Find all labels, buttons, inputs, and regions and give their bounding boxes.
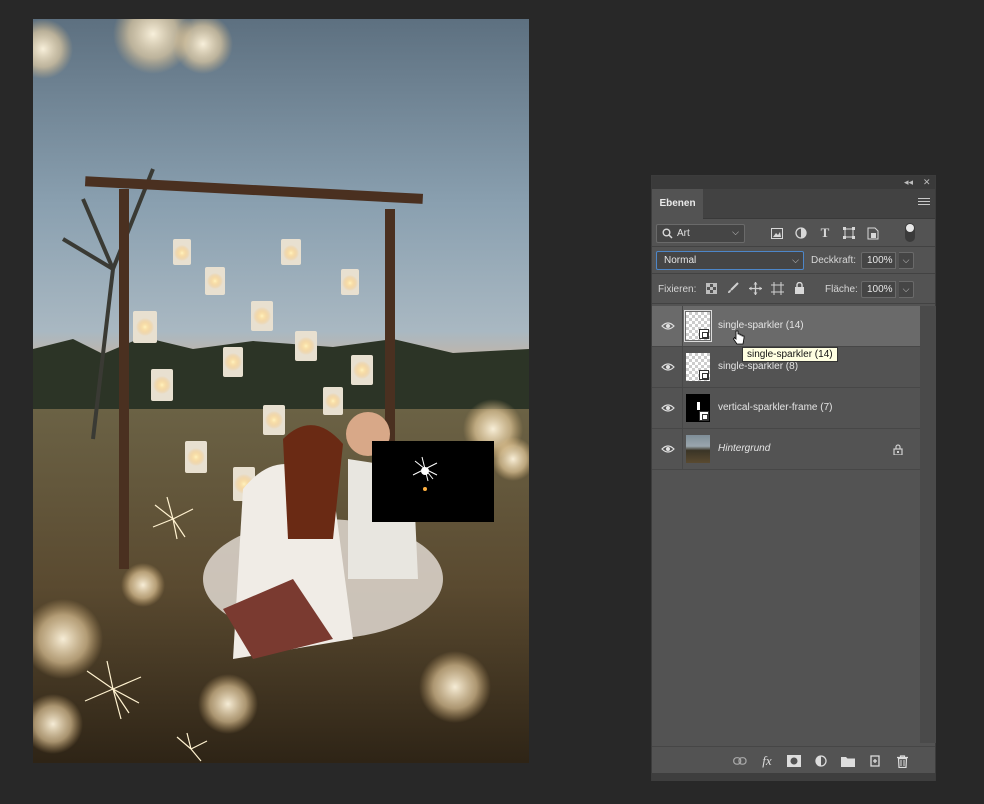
lock-transparent-pixels-icon[interactable]	[704, 281, 718, 295]
visibility-eye-icon[interactable]	[661, 321, 675, 331]
layer-name[interactable]: Hintergrund	[718, 443, 770, 454]
filter-kind-label: Art	[677, 228, 690, 239]
search-icon	[662, 228, 673, 239]
layer-lock-icon	[893, 444, 903, 455]
layer-thumbnail[interactable]	[686, 394, 710, 422]
layer-row-hintergrund[interactable]: Hintergrund	[652, 429, 920, 470]
filter-toggle-switch[interactable]	[905, 223, 915, 242]
visibility-eye-icon[interactable]	[661, 444, 675, 454]
layer-row-vertical-sparkler-frame-7[interactable]: vertical-sparkler-frame (7)	[652, 388, 920, 429]
smart-object-badge-icon	[699, 370, 709, 380]
sparkler-mark	[697, 402, 700, 410]
row-divider	[682, 429, 683, 469]
row-divider	[682, 306, 683, 346]
layer-thumbnail[interactable]	[684, 310, 712, 342]
new-group-folder-icon[interactable]	[840, 753, 856, 769]
chevron-down-icon: ⌵	[792, 255, 799, 265]
visibility-eye-icon[interactable]	[661, 403, 675, 413]
filter-shape-layers-icon[interactable]	[841, 225, 857, 241]
blend-row: Normal ⌵ Deckkraft: 100% ⌵	[652, 247, 935, 274]
blend-mode-value: Normal	[664, 255, 697, 266]
fill-dropdown-button[interactable]: ⌵	[899, 281, 914, 298]
filter-smart-objects-icon[interactable]	[865, 225, 881, 241]
lock-position-icon[interactable]	[748, 281, 762, 295]
layer-filter-row: Art ⌵ T	[652, 219, 935, 247]
panel-title-bar: ◂◂ ✕	[652, 176, 935, 189]
fill-label: Fläche:	[825, 284, 858, 295]
smart-object-badge-icon	[699, 329, 709, 339]
link-layers-icon[interactable]	[732, 753, 748, 769]
filter-pixel-layers-icon[interactable]	[769, 225, 785, 241]
lock-row: Fixieren: Fläche: 100% ⌵	[652, 274, 935, 304]
new-layer-icon[interactable]	[867, 753, 883, 769]
opacity-input[interactable]: 100%	[861, 252, 896, 269]
hand-cursor-icon	[733, 330, 745, 345]
close-panel-icon[interactable]: ✕	[923, 177, 931, 188]
layer-name[interactable]: single-sparkler (14)	[718, 320, 804, 331]
lock-label: Fixieren:	[658, 284, 697, 295]
chevron-down-icon: ⌵	[732, 227, 739, 237]
panel-tab-bar: Ebenen	[652, 189, 935, 219]
layers-panel: ◂◂ ✕ Ebenen Art ⌵ T Normal ⌵ Deckkraft: …	[651, 175, 936, 781]
filter-kind-dropdown[interactable]: Art ⌵	[656, 224, 745, 243]
layers-bottom-toolbar: fx	[652, 746, 935, 773]
layer-style-fx-icon[interactable]: fx	[759, 753, 775, 769]
filter-type-layers-icon[interactable]: T	[817, 225, 833, 241]
layer-row-single-sparkler-14[interactable]: single-sparkler (14)	[652, 306, 920, 347]
panel-resize-grip[interactable]	[652, 773, 935, 781]
opacity-label: Deckkraft:	[811, 255, 857, 266]
layer-tooltip: single-sparkler (14)	[742, 347, 838, 362]
filter-adjustment-layers-icon[interactable]	[793, 225, 809, 241]
add-mask-icon[interactable]	[786, 753, 802, 769]
layer-thumbnail[interactable]	[686, 353, 710, 381]
opacity-dropdown-button[interactable]: ⌵	[899, 252, 914, 269]
row-divider	[682, 388, 683, 428]
smart-object-badge-icon	[699, 411, 709, 421]
delete-layer-trash-icon[interactable]	[894, 753, 910, 769]
layer-thumbnail[interactable]	[686, 435, 710, 463]
layer-name[interactable]: single-sparkler (8)	[718, 361, 798, 372]
fill-input[interactable]: 100%	[861, 281, 896, 298]
visibility-eye-icon[interactable]	[661, 362, 675, 372]
lock-all-icon[interactable]	[792, 281, 806, 295]
layers-scrollbar[interactable]	[920, 306, 936, 743]
tab-ebenen[interactable]: Ebenen	[652, 189, 703, 219]
layer-name[interactable]: vertical-sparkler-frame (7)	[718, 402, 832, 413]
panel-menu-icon[interactable]	[918, 198, 930, 208]
new-adjustment-layer-icon[interactable]	[813, 753, 829, 769]
collapse-panel-icon[interactable]: ◂◂	[904, 177, 913, 188]
photo-artwork	[33, 19, 529, 763]
lock-artboard-icon[interactable]	[770, 281, 784, 295]
lock-image-pixels-icon[interactable]	[726, 281, 740, 295]
document-canvas[interactable]	[33, 19, 529, 763]
layers-list: single-sparkler (14) single-sparkler (8)…	[652, 306, 920, 743]
blend-mode-dropdown[interactable]: Normal ⌵	[656, 251, 804, 270]
row-divider	[682, 347, 683, 387]
